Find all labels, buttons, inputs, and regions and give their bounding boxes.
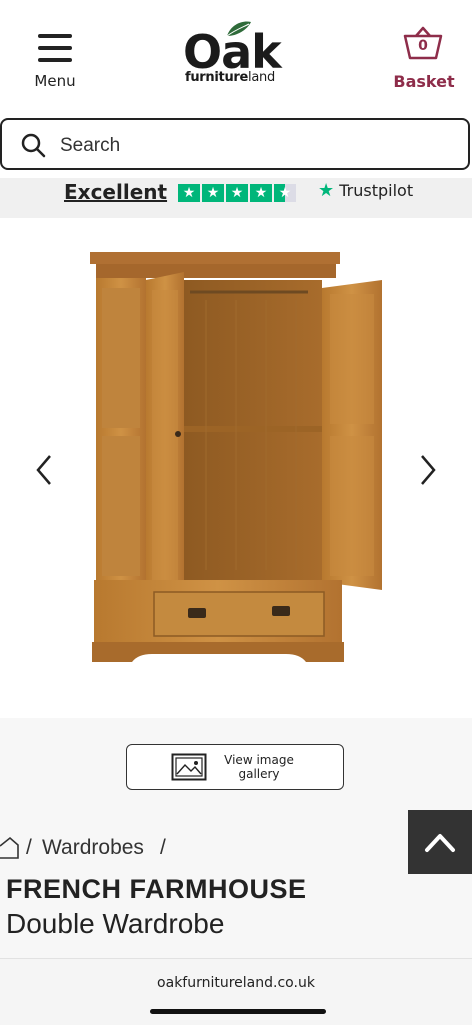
- star-icon: ★: [202, 184, 224, 202]
- view-gallery-button[interactable]: View image gallery: [126, 744, 344, 790]
- product-image-carousel[interactable]: [0, 218, 472, 718]
- site-logo[interactable]: Oak furnitureland: [183, 20, 293, 90]
- basket-count: 0: [418, 38, 428, 54]
- basket-label: Basket: [393, 72, 455, 91]
- star-half-icon: ★: [274, 184, 296, 202]
- breadcrumb-separator: /: [26, 836, 32, 859]
- site-header: Menu Oak furnitureland 0 Basket: [0, 0, 472, 112]
- breadcrumb-wardrobes-link[interactable]: Wardrobes: [42, 836, 144, 860]
- star-icon: ★: [226, 184, 248, 202]
- trustpilot-star-icon: ★: [318, 180, 335, 201]
- menu-button[interactable]: Menu: [28, 34, 82, 90]
- browser-url-bar[interactable]: oakfurnitureland.co.uk: [0, 958, 472, 1025]
- logo-subtext: furnitureland: [185, 70, 275, 85]
- chevron-left-icon[interactable]: [34, 454, 54, 486]
- trustpilot-rating-text[interactable]: Excellent: [64, 180, 167, 204]
- home-icon[interactable]: [0, 836, 20, 860]
- image-gallery-icon: [171, 753, 207, 781]
- search-icon: [21, 133, 46, 158]
- search-bar[interactable]: [0, 118, 470, 170]
- chevron-up-icon: [425, 834, 455, 852]
- basket-button[interactable]: 0 Basket: [384, 26, 464, 92]
- menu-label: Menu: [34, 72, 76, 90]
- product-range-title: FRENCH FARMHOUSE: [6, 874, 307, 904]
- star-icon: ★: [178, 184, 200, 202]
- product-image: [90, 252, 382, 662]
- home-indicator: [150, 1009, 326, 1014]
- star-icon: ★: [250, 184, 272, 202]
- trustpilot-bar[interactable]: Excellent ★ ★ ★ ★ ★ ★ Trustpilot: [0, 178, 472, 218]
- hamburger-icon: [38, 34, 72, 70]
- trustpilot-stars: ★ ★ ★ ★ ★: [178, 184, 298, 202]
- product-name-title: Double Wardrobe: [6, 908, 225, 939]
- trustpilot-logo[interactable]: ★ Trustpilot: [318, 180, 413, 201]
- search-input[interactable]: [58, 130, 442, 162]
- breadcrumb-separator: /: [160, 836, 166, 859]
- url-text[interactable]: oakfurnitureland.co.uk: [0, 975, 472, 991]
- chevron-right-icon[interactable]: [418, 454, 438, 486]
- back-to-top-button[interactable]: [408, 810, 472, 874]
- view-gallery-label: View image gallery: [224, 753, 294, 781]
